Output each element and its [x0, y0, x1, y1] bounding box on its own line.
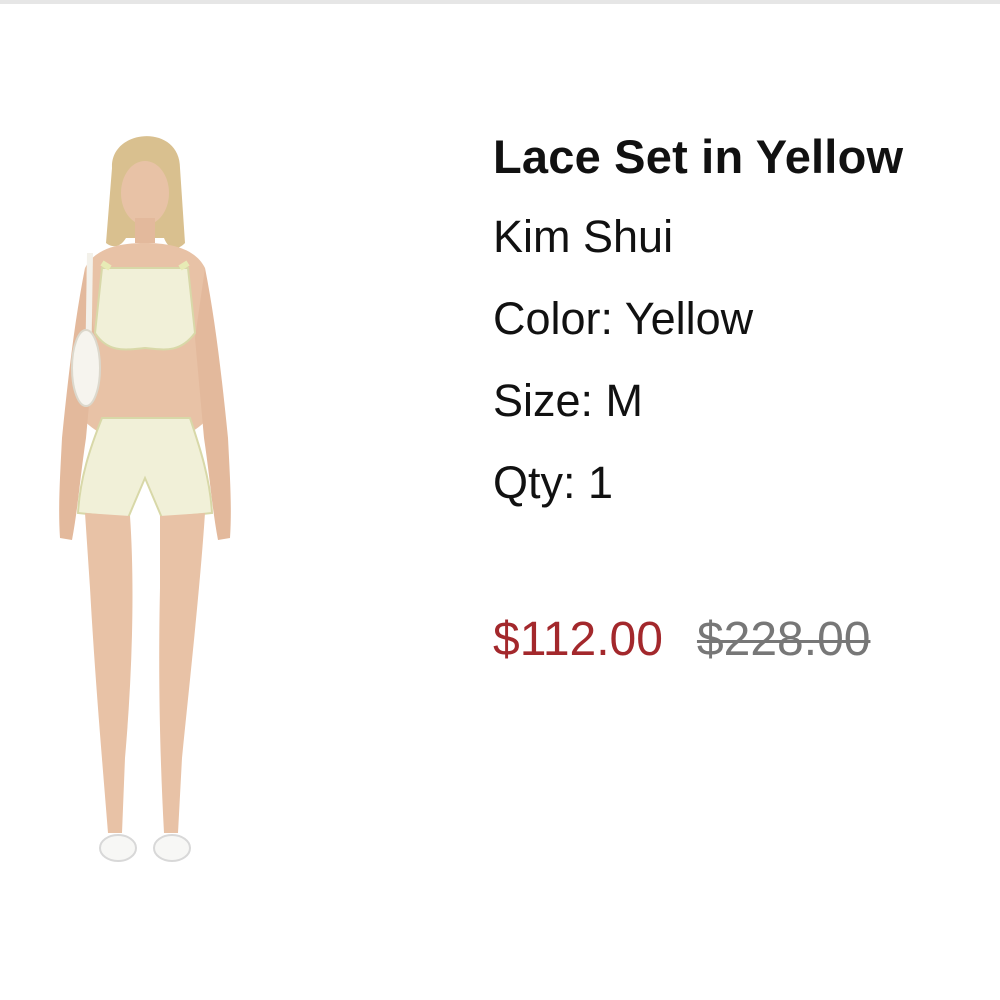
cart-item-page: Lace Set in Yellow Kim Shui Color: Yello…: [0, 0, 1000, 1000]
original-price: $228.00: [696, 613, 871, 666]
sale-price: $112.00: [493, 613, 663, 666]
product-details: Lace Set in Yellow Kim Shui Color: Yello…: [493, 128, 993, 524]
top-divider: [0, 0, 1000, 4]
product-size: Size: M: [493, 375, 644, 426]
product-brand: Kim Shui: [493, 211, 674, 262]
product-quantity: Qty: 1: [493, 457, 614, 508]
price-row: $112.00 $228.00: [493, 612, 870, 667]
product-image[interactable]: [40, 118, 250, 888]
product-title[interactable]: Lace Set in Yellow: [493, 128, 993, 186]
product-color: Color: Yellow: [493, 293, 754, 344]
